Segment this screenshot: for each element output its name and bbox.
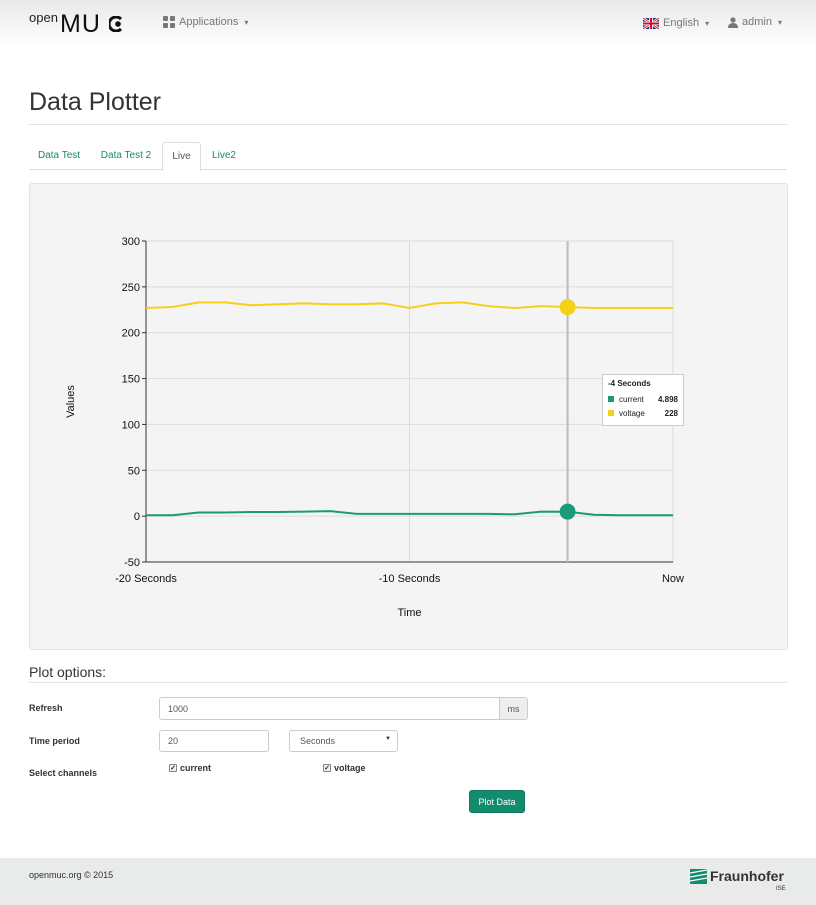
chevron-down-icon: ▼ [385, 736, 391, 742]
user-menu[interactable]: admin ▾ [728, 16, 782, 28]
chevron-down-icon: ▾ [777, 17, 782, 27]
time-period-label: Time period [29, 736, 80, 746]
x-tick-label: Now [662, 573, 684, 585]
top-navbar: open MU Applications ▾ English ▾ admin ▾ [0, 0, 816, 48]
current-hover-point [559, 503, 576, 520]
brand-large-text: MU [60, 10, 101, 38]
current-swatch [608, 396, 614, 402]
time-period-input[interactable]: 20 [159, 730, 269, 752]
chevron-down-icon: ▾ [244, 17, 249, 27]
tooltip-series-value: 228 [664, 408, 678, 418]
user-icon [728, 16, 738, 28]
y-tick-label: 50 [128, 465, 140, 477]
user-label: admin [742, 16, 772, 28]
y-tick-label: 300 [122, 236, 140, 248]
tab-live2[interactable]: Live2 [207, 142, 241, 170]
chart-tooltip: -4 Seconds current 4.898 voltage 228 [602, 374, 684, 426]
footer: openmuc.org © 2015 Fraunhofer ISE [0, 858, 816, 905]
footer-copyright: openmuc.org © 2015 [29, 870, 114, 880]
channel-current-checkbox[interactable]: ✓ current [169, 763, 211, 773]
title-divider [29, 124, 787, 125]
y-tick-label: 100 [122, 419, 140, 431]
y-axis-label: Values [65, 385, 77, 418]
plot-tabs: Data Test Data Test 2 Live Live2 [29, 142, 787, 171]
checkmark-icon[interactable]: ✓ [169, 764, 177, 772]
channel-voltage-label: voltage [334, 763, 366, 773]
plot-panel: 300 250 200 150 100 50 0 -50 -20 Seconds -10 Seco… [29, 183, 788, 650]
channel-voltage-checkbox[interactable]: ✓ voltage [323, 763, 366, 773]
y-tick-label: 250 [122, 282, 140, 294]
voltage-hover-point [559, 299, 576, 316]
tooltip-row-voltage: voltage 228 [608, 406, 678, 420]
select-channels-label: Select channels [29, 768, 98, 778]
plot-data-button[interactable]: Plot Data [469, 790, 525, 813]
tooltip-title: -4 Seconds [608, 379, 651, 388]
time-unit-select[interactable]: Seconds ▼ [289, 730, 398, 752]
tooltip-row-current: current 4.898 [608, 392, 678, 406]
fraunhofer-mark-icon [690, 869, 707, 884]
language-label: English [663, 17, 700, 29]
tab-data-test-2[interactable]: Data Test 2 [95, 142, 157, 170]
language-menu[interactable]: English ▾ [643, 17, 709, 29]
tooltip-series-name: current [619, 394, 644, 404]
brand-small-text: open [29, 10, 58, 25]
applications-menu[interactable]: Applications ▾ [163, 16, 248, 28]
tab-live[interactable]: Live [162, 142, 201, 171]
refresh-label: Refresh [29, 703, 63, 713]
x-tick-label: -20 Seconds [115, 573, 177, 585]
applications-label: Applications [179, 16, 239, 28]
fraunhofer-name: Fraunhofer [710, 868, 784, 884]
uk-flag-icon [643, 17, 659, 29]
fraunhofer-ise: ISE [776, 886, 786, 892]
time-unit-value: Seconds [300, 736, 336, 746]
fraunhofer-logo: Fraunhofer ISE [690, 868, 790, 898]
refresh-unit-addon: ms [499, 697, 528, 720]
y-tick-label: 0 [134, 511, 140, 523]
refresh-input[interactable]: 1000 [159, 697, 500, 720]
tooltip-series-value: 4.898 [657, 394, 678, 404]
y-tick-label: 200 [122, 328, 140, 340]
channel-current-label: current [180, 763, 212, 773]
plot-options-divider [29, 682, 787, 683]
x-axis-label: Time [397, 607, 421, 619]
page-title: Data Plotter [29, 88, 162, 116]
brand-c-mark-icon [109, 16, 123, 32]
plot-options-title: Plot options: [29, 664, 107, 680]
tooltip-series-name: voltage [619, 408, 645, 418]
checkmark-icon[interactable]: ✓ [323, 764, 331, 772]
tab-data-test[interactable]: Data Test [29, 142, 89, 170]
y-tick-label: -50 [124, 557, 140, 569]
chevron-down-icon: ▾ [705, 18, 710, 28]
y-tick-label: 150 [122, 374, 140, 386]
grid-icon [163, 16, 175, 28]
x-tick-label: -10 Seconds [379, 573, 441, 585]
voltage-swatch [608, 410, 614, 416]
